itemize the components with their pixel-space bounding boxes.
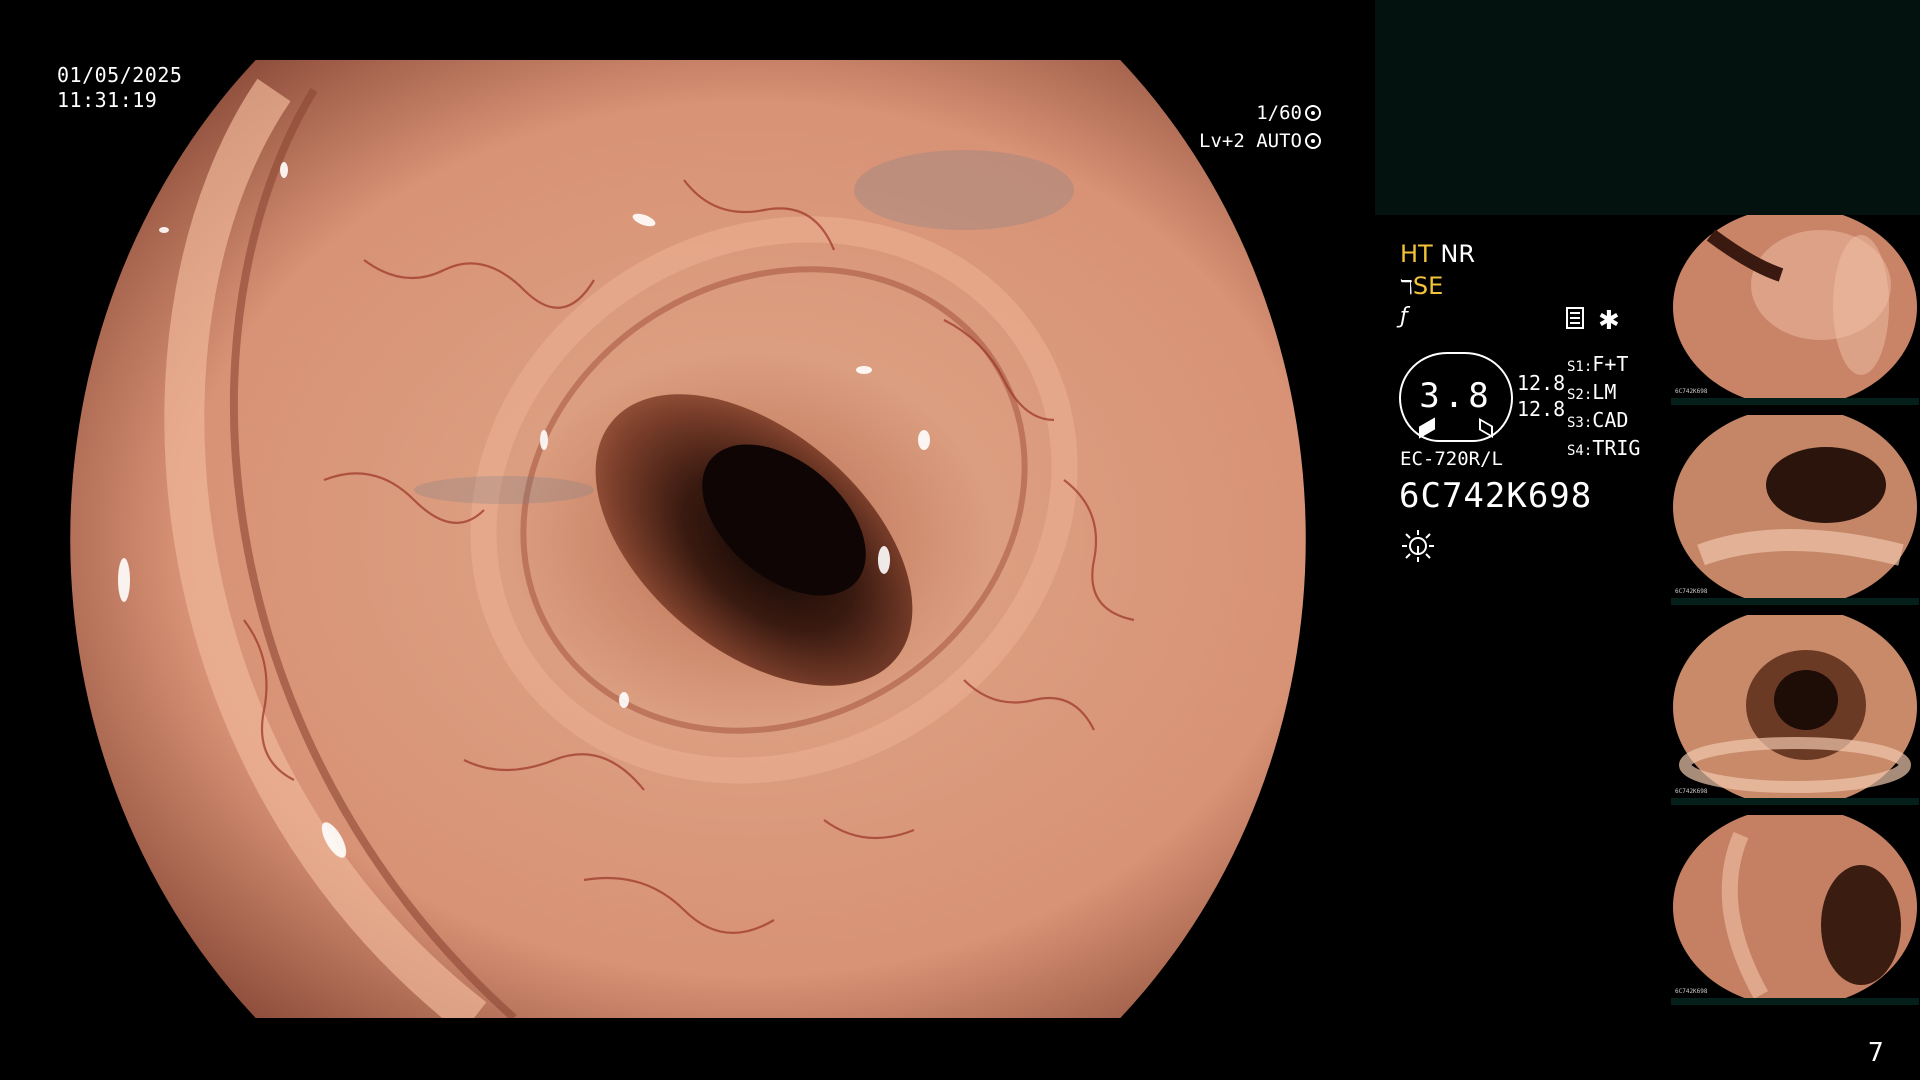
time-label: 11:31:19 xyxy=(57,88,158,112)
page-number: 7 xyxy=(1868,1038,1884,1068)
gauge-left-marker xyxy=(1419,417,1435,439)
scope-model: EC-720R/L xyxy=(1400,448,1503,470)
asterisk-icon: ✱ xyxy=(1598,306,1620,336)
level-label: Lv+2 AUTO xyxy=(1199,130,1302,152)
ht-indicator: HT xyxy=(1400,240,1433,268)
info-panel-background xyxy=(1375,0,1920,215)
thumbnail-label: 6C742K698 xyxy=(1675,788,1708,795)
thumbnail-label: 6C742K698 xyxy=(1675,988,1708,995)
se-indicator: SE xyxy=(1412,272,1444,300)
enhancement-status: HT NR ℸSE ƒ xyxy=(1400,240,1475,329)
scope-switch-list: S1:F+T S2:LM S3:CAD S4:TRIG xyxy=(1567,352,1640,464)
menu-icon xyxy=(1566,307,1584,329)
function-icon: ƒ xyxy=(1400,304,1408,329)
auto-exposure-icon xyxy=(1305,133,1321,149)
gauge-number-1: 12.8 xyxy=(1517,371,1566,395)
zoom-gauge: 3.8 xyxy=(1399,352,1513,442)
scope-serial: 6C742K698 xyxy=(1399,476,1593,516)
endoscopy-main-image xyxy=(70,60,1306,1018)
capture-thumbnail[interactable]: 6C742K698 xyxy=(1671,215,1919,405)
capture-thumbnail[interactable]: 6C742K698 xyxy=(1671,815,1919,1005)
exposure-readout: 1/60 Lv+2 AUTO xyxy=(1199,99,1321,155)
shutter-speed-label: 1/60 xyxy=(1256,102,1302,124)
thumbnail-label: 6C742K698 xyxy=(1675,388,1708,395)
scope-switch-item: S3:CAD xyxy=(1567,408,1629,432)
thumbnail-label: 6C742K698 xyxy=(1675,588,1708,595)
date-label: 01/05/2025 xyxy=(57,63,183,87)
gauge-right-marker xyxy=(1479,417,1493,439)
gauge-number-2: 12.8 xyxy=(1517,397,1566,421)
nr-indicator: NR xyxy=(1440,240,1475,268)
capture-thumbnail[interactable]: 6C742K698 xyxy=(1671,615,1919,805)
shutter-icon xyxy=(1305,105,1321,121)
scope-switch-item: S4:TRIG xyxy=(1567,436,1641,460)
gauge-value: 3.8 xyxy=(1419,376,1493,416)
structure-enhance-icon: ℸ xyxy=(1400,275,1413,299)
capture-thumbnail[interactable]: 6C742K698 xyxy=(1671,415,1919,605)
scope-switch-item: S2:LM xyxy=(1567,380,1617,404)
scope-switch-item: S1:F+T xyxy=(1567,352,1629,376)
light-icon xyxy=(1402,530,1434,562)
gauge-numbers: 12.8 12.8 xyxy=(1517,370,1565,422)
date-time-overlay: 01/05/2025 11:31:19 xyxy=(57,63,182,113)
